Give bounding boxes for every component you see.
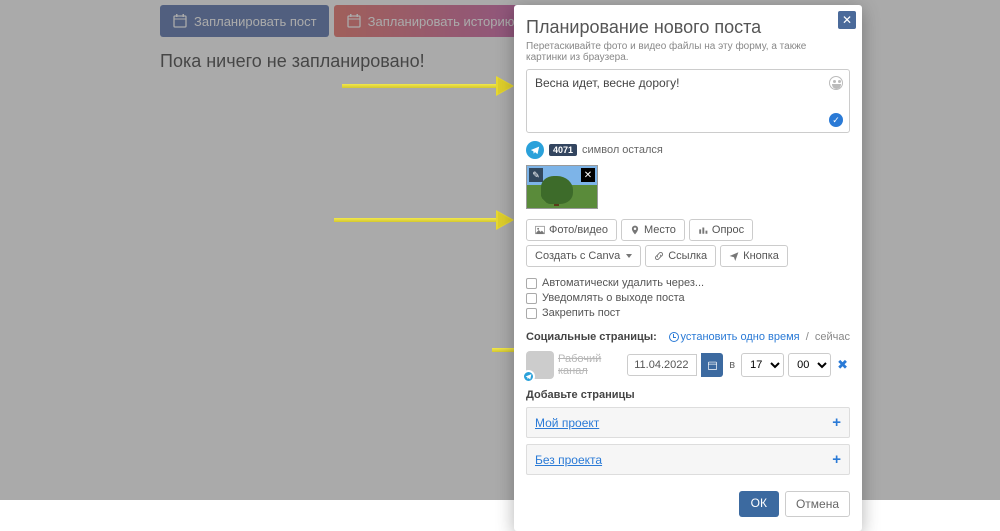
project-link[interactable]: Без проекта	[535, 453, 602, 467]
project-row: Мой проект +	[526, 407, 850, 438]
telegram-icon	[526, 141, 544, 159]
image-icon	[535, 225, 545, 235]
emoji-icon[interactable]	[829, 76, 843, 90]
project-row: Без проекта +	[526, 444, 850, 475]
edit-thumbnail-button[interactable]: ✎	[529, 168, 543, 182]
notify-checkbox[interactable]: Уведомлять о выходе поста	[526, 292, 850, 304]
channel-name: Рабочий канал	[558, 353, 623, 377]
attachment-thumbnail[interactable]: ✎ ✕	[526, 165, 598, 209]
telegram-badge-icon	[522, 370, 535, 383]
remove-schedule-button[interactable]: ✖	[835, 357, 850, 373]
hour-select[interactable]: 17	[741, 353, 784, 377]
bars-icon	[698, 225, 708, 235]
calendar-icon	[707, 360, 718, 371]
place-button[interactable]: Место	[621, 219, 685, 241]
pin-icon	[630, 225, 640, 235]
social-pages-label: Социальные страницы:	[526, 331, 657, 343]
auto-delete-checkbox[interactable]: Автоматически удалить через...	[526, 277, 850, 289]
clock-icon	[669, 332, 679, 342]
close-button[interactable]: ✕	[838, 11, 856, 29]
add-project-button[interactable]: +	[832, 451, 841, 468]
ok-button[interactable]: ОК	[739, 491, 779, 517]
modal-hint: Перетаскивайте фото и видео файлы на эту…	[526, 41, 850, 63]
date-input[interactable]	[627, 354, 697, 376]
channel-avatar[interactable]	[526, 351, 554, 379]
modal-title: Планирование нового поста	[526, 17, 850, 38]
cancel-button[interactable]: Отмена	[785, 491, 850, 517]
chevron-down-icon	[626, 254, 632, 258]
char-count-badge: 4071	[549, 144, 577, 156]
post-text-wrap: Весна идет, весне дорогу! ✓	[526, 69, 850, 133]
poll-button[interactable]: Опрос	[689, 219, 753, 241]
project-link[interactable]: Мой проект	[535, 416, 599, 430]
add-project-button[interactable]: +	[832, 414, 841, 431]
button-button[interactable]: Кнопка	[720, 245, 788, 267]
photo-video-button[interactable]: Фото/видео	[526, 219, 617, 241]
send-icon	[729, 251, 739, 261]
at-label: в	[729, 359, 735, 371]
set-single-time-link[interactable]: установить одно время	[681, 331, 800, 343]
add-pages-label: Добавьте страницы	[526, 389, 850, 401]
link-icon	[654, 251, 664, 261]
spellcheck-icon[interactable]: ✓	[829, 113, 843, 127]
calendar-button[interactable]	[701, 353, 723, 377]
pin-checkbox[interactable]: Закрепить пост	[526, 307, 850, 319]
schedule-post-modal: ✕ Планирование нового поста Перетаскивай…	[514, 5, 862, 531]
delete-thumbnail-button[interactable]: ✕	[581, 168, 595, 182]
now-link[interactable]: сейчас	[815, 331, 850, 343]
canva-button[interactable]: Создать с Canva	[526, 245, 641, 267]
post-text-input[interactable]: Весна идет, весне дорогу!	[535, 76, 823, 126]
minute-select[interactable]: 00	[788, 353, 831, 377]
link-button[interactable]: Ссылка	[645, 245, 716, 267]
char-remain-text: символ остался	[582, 144, 663, 156]
